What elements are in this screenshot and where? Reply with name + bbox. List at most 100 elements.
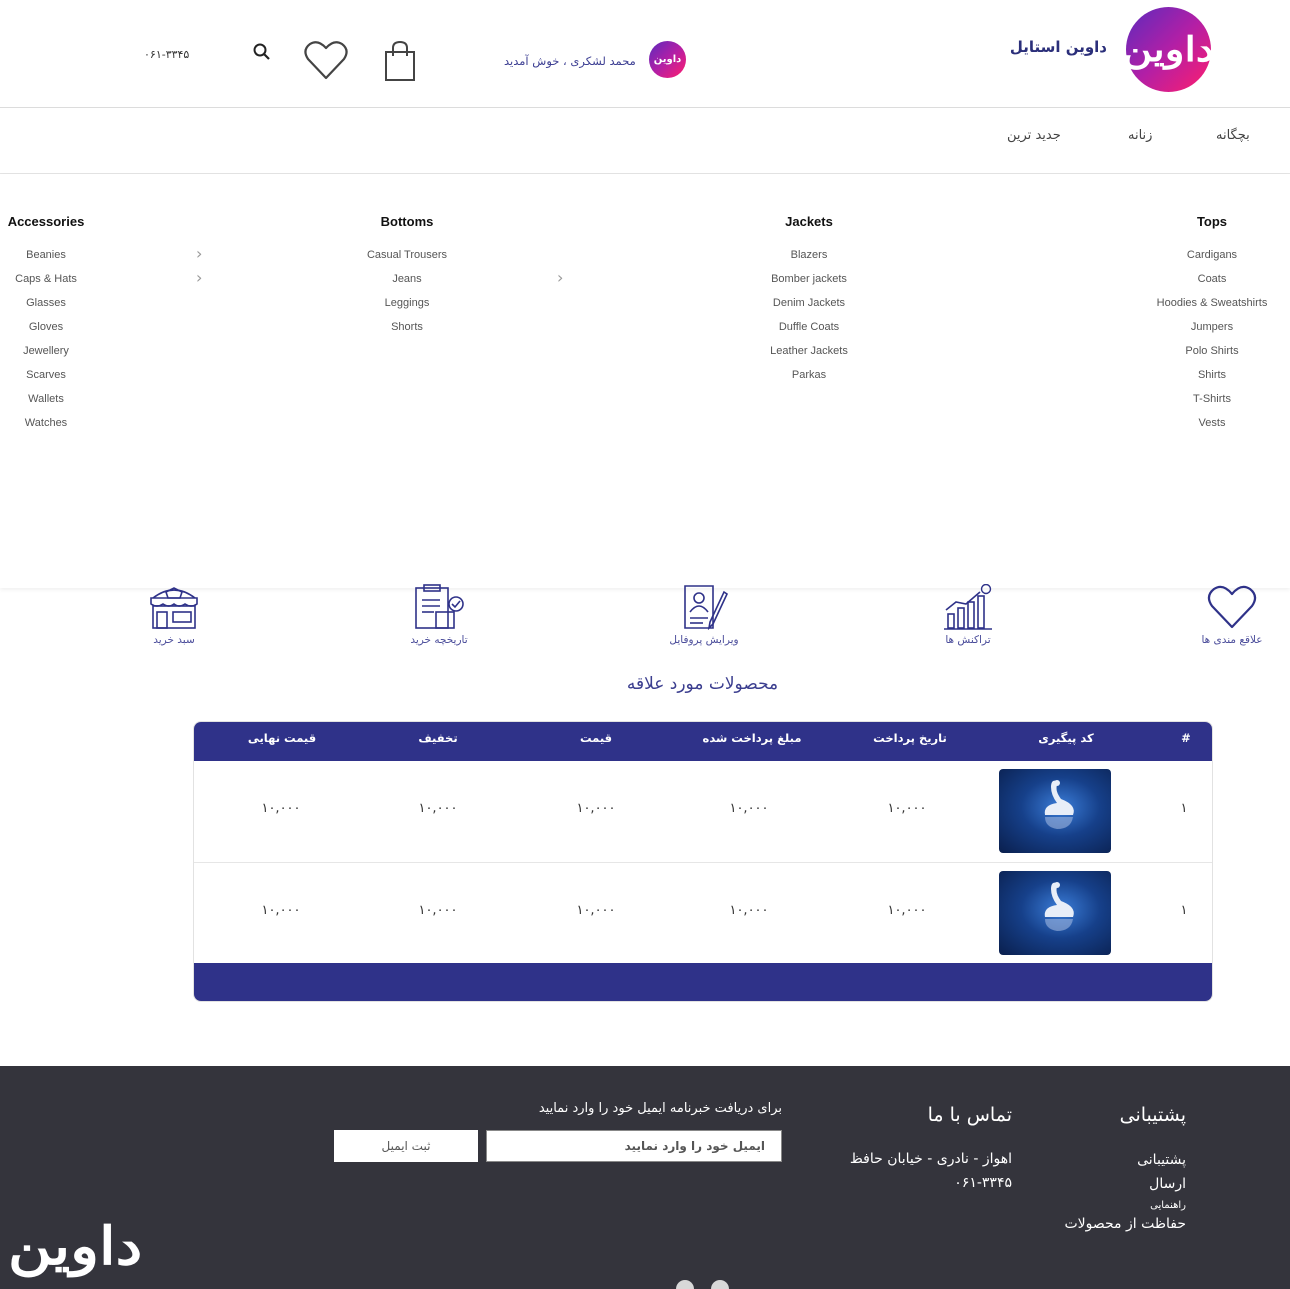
cart-icon[interactable]: [383, 40, 417, 86]
column-header: قیمت: [579, 731, 613, 745]
mega-link[interactable]: Wallets: [0, 392, 92, 416]
payment-date-cell: ۱۰,۰۰۰: [887, 903, 927, 918]
contact-phone: ۰۶۱-۳۳۴۵: [954, 1175, 1012, 1191]
column-header: تخفیف: [418, 731, 458, 745]
mega-link[interactable]: Hoodies & Sweatshirts: [1142, 296, 1282, 320]
mega-link[interactable]: Vests: [1142, 416, 1282, 440]
column-header: تاریخ پرداخت: [873, 731, 947, 745]
final-price-cell: ۱۰,۰۰۰: [261, 903, 301, 918]
mega-column-tops: Tops Cardigans Coats Hoodies & Sweatshir…: [1142, 214, 1282, 440]
brand-logo[interactable]: داوین: [1123, 7, 1214, 92]
logo-glyph: داوین: [1122, 29, 1215, 70]
dashboard-transactions[interactable]: تراکنش ها: [936, 584, 1000, 654]
footer-logo[interactable]: داوین: [8, 1216, 142, 1277]
section-title: محصولات مورد علاقه: [626, 674, 779, 694]
dashboard-wishlist[interactable]: علاقع مندی ها: [1196, 584, 1268, 654]
avatar-glyph: داوین: [653, 54, 682, 65]
mega-link[interactable]: Shirts: [1142, 368, 1282, 392]
newsletter-submit-button[interactable]: ثبت ایمیل: [334, 1130, 478, 1162]
support-title: پشتیبانی: [1119, 1104, 1186, 1126]
table-row[interactable]: ۱ ۱۰,۰۰۰ ۱۰,۰۰۰ ۱۰,۰۰۰ ۱۰,۰۰۰ ۱۰,۰۰۰: [194, 761, 1212, 863]
chevron-right-icon[interactable]: ›: [196, 268, 202, 287]
price-cell: ۱۰,۰۰۰: [576, 903, 616, 918]
mega-link[interactable]: Watches: [0, 416, 92, 440]
mega-link[interactable]: Casual Trousers: [337, 248, 477, 272]
mega-link[interactable]: Shorts: [337, 320, 477, 344]
mega-link[interactable]: Duffle Coats: [739, 320, 879, 344]
mega-link[interactable]: Jewellery: [0, 344, 92, 368]
support-link[interactable]: راهنمایی: [1150, 1200, 1186, 1211]
paid-amount-cell: ۱۰,۰۰۰: [729, 903, 769, 918]
search-icon[interactable]: [253, 43, 271, 65]
mega-link[interactable]: Leather Jackets: [739, 344, 879, 368]
header-phone: ۰۶۱-۳۳۴۵: [144, 48, 190, 61]
mega-link[interactable]: Denim Jackets: [739, 296, 879, 320]
mega-link[interactable]: Leggings: [337, 296, 477, 320]
mega-link[interactable]: Jeans: [337, 272, 477, 296]
social-icon[interactable]: [711, 1280, 729, 1289]
dashboard-label: تراکنش ها: [945, 634, 991, 646]
nav-item-kids[interactable]: بچگانه: [1216, 128, 1250, 143]
favorites-table: # کد پیگیری تاریخ پرداخت مبلغ پرداخت شده…: [193, 721, 1213, 1002]
column-header: مبلغ پرداخت شده: [702, 731, 802, 745]
user-avatar[interactable]: داوین: [649, 41, 686, 78]
mega-link[interactable]: Blazers: [739, 248, 879, 272]
chevron-right-icon[interactable]: ›: [557, 268, 563, 287]
dashboard-edit-profile[interactable]: ویرایش پروفایل: [664, 584, 744, 654]
row-index: ۱: [1180, 801, 1188, 816]
table-row[interactable]: ۱ ۱۰,۰۰۰ ۱۰,۰۰۰ ۱۰,۰۰۰ ۱۰,۰۰۰ ۱۰,۰۰۰: [194, 863, 1212, 965]
mega-link[interactable]: Caps & Hats: [0, 272, 92, 296]
heart-icon[interactable]: [304, 40, 348, 84]
profile-edit-icon: [684, 585, 729, 630]
store-icon: [150, 587, 198, 629]
support-link[interactable]: پشتیبانی: [1137, 1152, 1186, 1168]
paid-amount-cell: ۱۰,۰۰۰: [729, 801, 769, 816]
column-header: #: [1181, 731, 1191, 745]
mega-link[interactable]: Coats: [1142, 272, 1282, 296]
row-index: ۱: [1180, 903, 1188, 918]
discount-cell: ۱۰,۰۰۰: [418, 903, 458, 918]
mega-column-title: Accessories: [7, 214, 85, 229]
column-header: قیمت نهایی: [247, 731, 317, 745]
dashboard-label: علاقع مندی ها: [1201, 634, 1263, 646]
brand-name[interactable]: داوین استایل: [1010, 38, 1107, 56]
product-thumbnail[interactable]: [999, 871, 1111, 955]
site-header: داوین داوین استایل داوین محمد لشکری ، خو…: [0, 0, 1290, 108]
mega-link[interactable]: Jumpers: [1142, 320, 1282, 344]
chevron-right-icon[interactable]: ›: [196, 244, 202, 263]
main-nav: بچگانه زنانه جدید ترین: [0, 108, 1290, 174]
table-header: # کد پیگیری تاریخ پرداخت مبلغ پرداخت شده…: [194, 722, 1212, 761]
newsletter-text: برای دریافت خبرنامه ایمیل خود را وارد نم…: [538, 1101, 782, 1116]
dashboard-purchase-history[interactable]: تاریخچه خرید: [404, 584, 474, 654]
table-footer: [194, 963, 1212, 1001]
welcome-message[interactable]: محمد لشکری ، خوش آمدید: [504, 54, 636, 68]
newsletter-email-input[interactable]: ایمیل خود را وارد نمایید: [486, 1130, 782, 1162]
discount-cell: ۱۰,۰۰۰: [418, 801, 458, 816]
column-header: کد پیگیری: [1038, 731, 1094, 745]
mega-link[interactable]: Scarves: [0, 368, 92, 392]
mega-link[interactable]: Parkas: [739, 368, 879, 392]
contact-title: تماس با ما: [927, 1104, 1012, 1126]
product-thumbnail[interactable]: [999, 769, 1111, 853]
support-link[interactable]: ارسال: [1149, 1176, 1186, 1192]
nav-item-women[interactable]: زنانه: [1128, 128, 1152, 143]
dashboard-label: ویرایش پروفایل: [669, 634, 739, 646]
mega-menu: Tops Cardigans Coats Hoodies & Sweatshir…: [0, 174, 1290, 588]
nav-item-newest[interactable]: جدید ترین: [1007, 128, 1061, 143]
contact-address: اهواز - نادری - خیابان حافظ: [849, 1151, 1012, 1167]
mega-column-title: Bottoms: [380, 214, 434, 229]
mega-link[interactable]: Bomber jackets: [739, 272, 879, 296]
support-link[interactable]: حفاظت از محصولات: [1064, 1216, 1186, 1232]
mega-link[interactable]: Glasses: [0, 296, 92, 320]
mega-column-accessories: Accessories Beanies Caps & Hats Glasses …: [0, 214, 92, 440]
mega-link[interactable]: Cardigans: [1142, 248, 1282, 272]
growth-chart-icon: [944, 584, 992, 630]
dashboard-cart[interactable]: سبد خرید: [144, 584, 204, 654]
mega-link[interactable]: Polo Shirts: [1142, 344, 1282, 368]
mega-column-title: Jackets: [785, 214, 833, 229]
social-icon[interactable]: [676, 1280, 694, 1289]
dashboard-label: سبد خرید: [153, 634, 195, 646]
mega-link[interactable]: T-Shirts: [1142, 392, 1282, 416]
mega-link[interactable]: Beanies: [0, 248, 92, 272]
mega-link[interactable]: Gloves: [0, 320, 92, 344]
